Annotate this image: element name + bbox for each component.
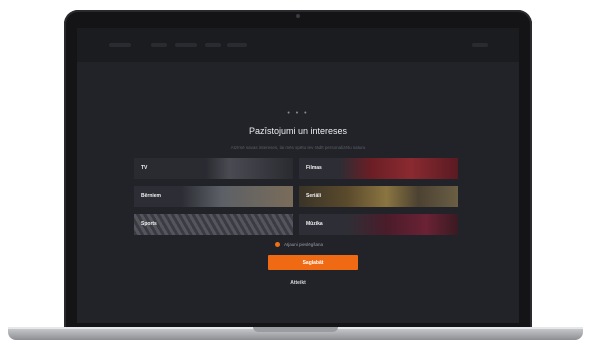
tile-image	[134, 214, 293, 235]
nav-item-placeholder	[151, 43, 167, 47]
tile-image	[299, 186, 458, 207]
category-tile-seriali[interactable]: Seriāli	[299, 186, 458, 207]
radio-dot-icon	[275, 241, 280, 247]
remember-label: Atjauni pieslēgšana	[284, 241, 324, 247]
tile-image	[299, 158, 458, 179]
nav-user-placeholder	[472, 43, 488, 47]
interests-modal: • • • Pazīstojumi un intereses Atzīmē sa…	[77, 62, 519, 323]
category-tile-sports[interactable]: Sports	[134, 214, 293, 235]
modal-subtitle: Atzīmē savas intereses, lai mēs spētu te…	[230, 145, 366, 150]
category-label: Filmas	[306, 165, 322, 171]
top-navbar	[77, 28, 519, 62]
laptop-base	[8, 327, 583, 340]
save-button[interactable]: Saglabāt	[268, 255, 358, 270]
nav-logo-placeholder	[109, 43, 131, 47]
step-dots: • • •	[287, 110, 309, 117]
tile-image	[134, 158, 293, 179]
nav-item-placeholder	[205, 43, 221, 47]
category-tile-filmas[interactable]: Filmas	[299, 158, 458, 179]
category-label: Seriāli	[306, 193, 322, 199]
laptop-lid: • • • Pazīstojumi un intereses Atzīmē sa…	[64, 10, 532, 330]
screen: • • • Pazīstojumi un intereses Atzīmē sa…	[77, 28, 519, 323]
category-label: TV	[141, 165, 148, 171]
category-tile-berniem[interactable]: Bērniem	[134, 186, 293, 207]
remember-toggle[interactable]: Atjauni pieslēgšana	[275, 240, 323, 248]
modal-title: Pazīstojumi un intereses	[248, 126, 348, 136]
category-label: Sports	[141, 221, 157, 227]
category-label: Mūzika	[306, 221, 323, 227]
category-tile-muzika[interactable]: Mūzika	[299, 214, 458, 235]
nav-item-placeholder	[227, 43, 247, 47]
category-label: Bērniem	[141, 193, 162, 199]
camera-dot	[296, 14, 300, 18]
category-tile-tv[interactable]: TV	[134, 158, 293, 179]
skip-link[interactable]: Atteikt	[77, 280, 519, 286]
base-notch	[253, 327, 338, 332]
nav-item-placeholder	[175, 43, 197, 47]
